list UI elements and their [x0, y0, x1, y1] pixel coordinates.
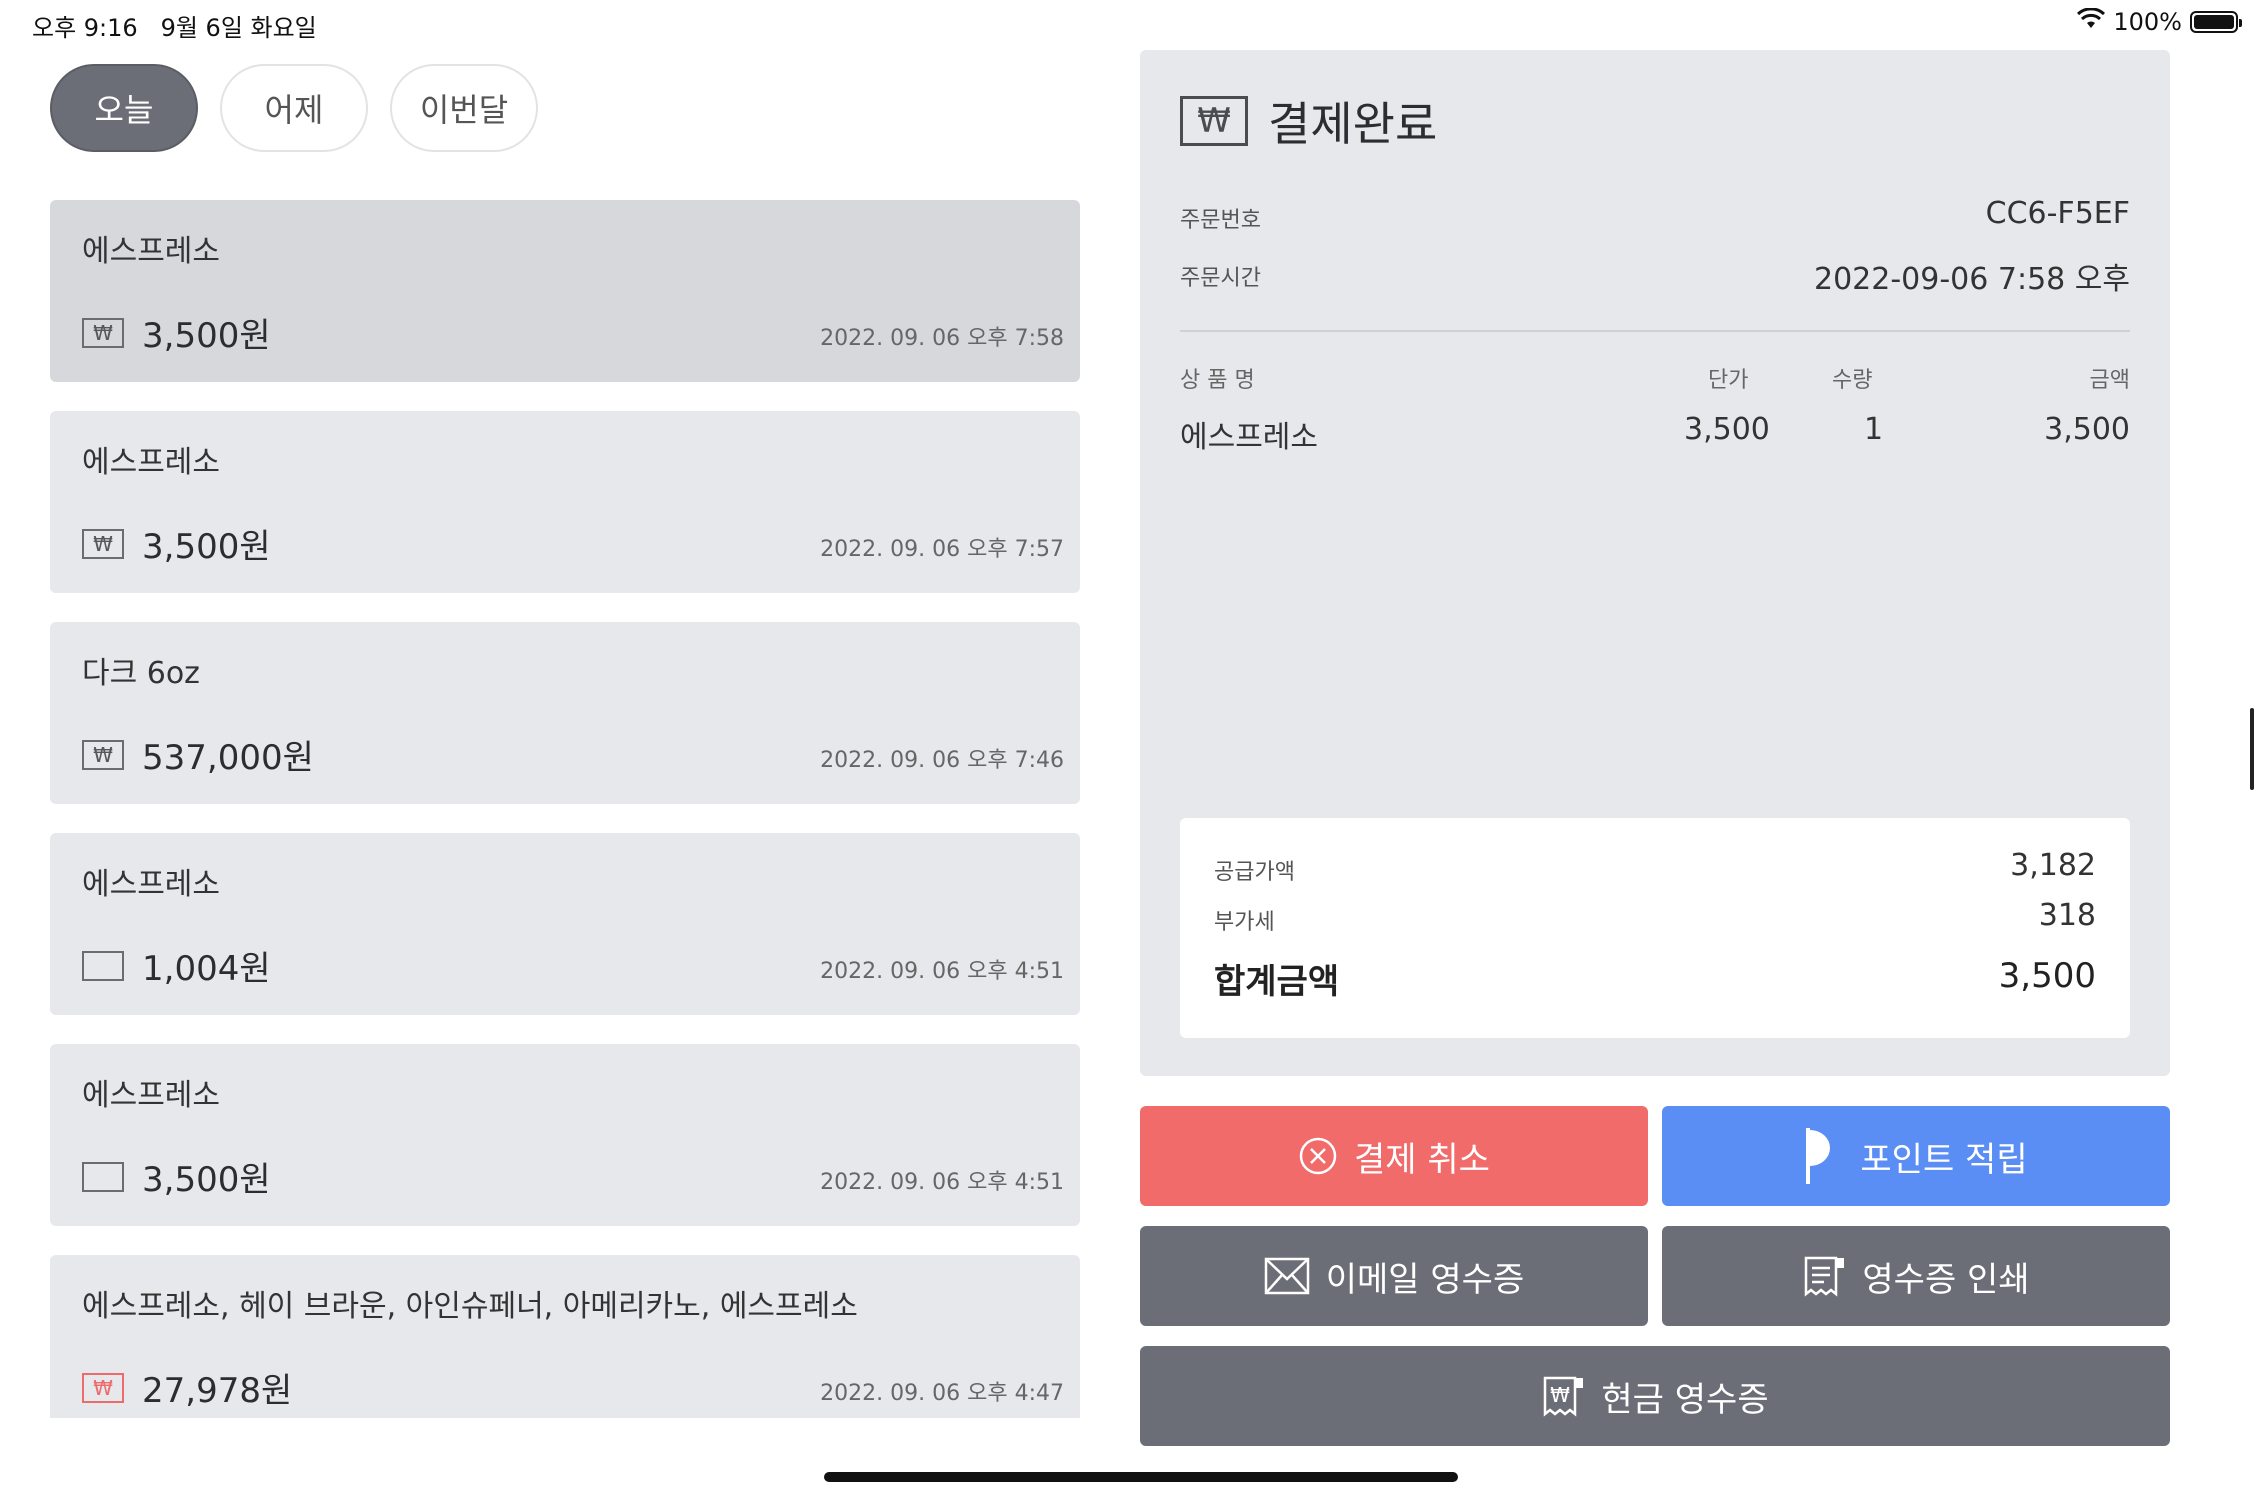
order-time: 2022. 09. 06 오후 7:57	[820, 537, 1064, 562]
cash-receipt-button[interactable]: ₩ 현금 영수증	[1140, 1346, 2170, 1446]
order-name: 에스프레소	[82, 445, 220, 480]
receipt-icon	[1802, 1254, 1846, 1298]
add-points-label: 포인트 적립	[1860, 1139, 2028, 1180]
status-time: 오후 9:16 9월 6일 화요일	[32, 14, 317, 42]
order-amount: 27,978원	[142, 1371, 293, 1411]
order-card[interactable]: 에스프레소 ₩ 3,500원 2022. 09. 06 오후 7:57	[50, 411, 1080, 593]
print-receipt-label: 영수증 인쇄	[1862, 1259, 2030, 1300]
item-quantity: 1	[1864, 412, 1884, 447]
column-amount: 금액	[2089, 368, 2130, 393]
order-time: 2022. 09. 06 오후 4:51	[820, 959, 1064, 984]
order-amount: 3,500원	[142, 316, 271, 356]
won-icon: ₩	[82, 318, 124, 348]
cash-receipt-icon: ₩	[1541, 1374, 1585, 1418]
order-amount: 3,500원	[142, 527, 271, 567]
tab-yesterday[interactable]: 어제	[220, 64, 368, 152]
supply-value: 3,182	[2010, 848, 2096, 883]
order-card[interactable]: 에스프레소 1,004원 2022. 09. 06 오후 4:51	[50, 833, 1080, 1015]
order-detail-panel: ₩ 결제완료 주문번호 CC6-F5EF 주문시간 2022-09-06 7:5…	[1140, 50, 2170, 1076]
won-icon: ₩	[82, 1373, 124, 1403]
divider	[1180, 330, 2130, 332]
email-receipt-button[interactable]: 이메일 영수증	[1140, 1226, 1648, 1326]
order-card[interactable]: 에스프레소 3,500원 2022. 09. 06 오후 4:51	[50, 1044, 1080, 1226]
date-filter-tabs: 오늘 어제 이번달	[50, 64, 538, 152]
scroll-indicator[interactable]	[2250, 708, 2254, 790]
cancel-payment-label: 결제 취소	[1354, 1139, 1490, 1180]
order-amount: 1,004원	[142, 949, 271, 989]
email-receipt-label: 이메일 영수증	[1325, 1259, 1525, 1300]
column-quantity: 수량	[1832, 368, 1873, 393]
status-bar: 오후 9:16 9월 6일 화요일 100%	[0, 0, 2266, 46]
card-payment-icon	[82, 951, 124, 981]
points-flag-icon	[1804, 1126, 1844, 1186]
won-icon: ₩	[82, 740, 124, 770]
total-label: 합계금액	[1214, 962, 1340, 1002]
order-amount: 537,000원	[142, 738, 314, 778]
svg-text:₩: ₩	[1551, 1383, 1571, 1407]
battery-percent: 100%	[2113, 8, 2182, 36]
won-icon: ₩	[1180, 96, 1248, 146]
payment-status-title: 결제완료	[1268, 97, 1438, 151]
order-amount: 3,500원	[142, 1160, 271, 1200]
order-time: 2022. 09. 06 오후 7:58	[820, 326, 1064, 351]
print-receipt-button[interactable]: 영수증 인쇄	[1662, 1226, 2170, 1326]
column-product-name: 상 품 명	[1180, 368, 1255, 393]
wifi-icon	[2077, 7, 2106, 36]
add-points-button[interactable]: 포인트 적립	[1662, 1106, 2170, 1206]
battery-icon	[2190, 11, 2242, 33]
cancel-payment-button[interactable]: 결제 취소	[1140, 1106, 1648, 1206]
order-name: 에스프레소	[82, 867, 220, 902]
home-indicator[interactable]	[824, 1472, 1458, 1482]
order-card[interactable]: 에스프레소 ₩ 3,500원 2022. 09. 06 오후 7:58	[50, 200, 1080, 382]
status-right: 100%	[2077, 7, 2242, 36]
cash-receipt-label: 현금 영수증	[1601, 1379, 1769, 1420]
supply-value-label: 공급가액	[1214, 860, 1295, 885]
item-unit-price: 3,500	[1684, 412, 1770, 447]
order-time: 2022-09-06 7:58 오후	[1814, 262, 2130, 297]
order-name: 에스프레소, 헤이 브라운, 아인슈페너, 아메리카노, 에스프레소	[82, 1289, 858, 1324]
column-unit-price: 단가	[1708, 368, 1749, 393]
order-number-label: 주문번호	[1180, 208, 1261, 233]
order-time: 2022. 09. 06 오후 7:46	[820, 748, 1064, 773]
order-time: 2022. 09. 06 오후 4:51	[820, 1170, 1064, 1195]
order-list[interactable]: 에스프레소 ₩ 3,500원 2022. 09. 06 오후 7:58 에스프레…	[50, 200, 1080, 1418]
order-time-label: 주문시간	[1180, 266, 1261, 291]
order-name: 에스프레소	[82, 1078, 220, 1113]
order-card[interactable]: 다크 6oz ₩ 537,000원 2022. 09. 06 오후 7:46	[50, 622, 1080, 804]
card-payment-icon	[82, 1162, 124, 1192]
item-name: 에스프레소	[1180, 420, 1318, 455]
tab-this-month[interactable]: 이번달	[390, 64, 538, 152]
order-name: 다크 6oz	[82, 656, 200, 691]
vat-value: 318	[2038, 898, 2096, 933]
won-icon: ₩	[82, 529, 124, 559]
total-value: 3,500	[1998, 956, 2096, 996]
item-amount: 3,500	[2044, 412, 2130, 447]
order-name: 에스프레소	[82, 234, 220, 269]
order-time: 2022. 09. 06 오후 4:47	[820, 1381, 1064, 1406]
envelope-icon	[1264, 1257, 1310, 1295]
payment-summary: 공급가액 3,182 부가세 318 합계금액 3,500	[1180, 818, 2130, 1038]
order-card[interactable]: 에스프레소, 헤이 브라운, 아인슈페너, 아메리카노, 에스프레소 ₩ 27,…	[50, 1255, 1080, 1418]
cancel-circle-icon	[1298, 1136, 1338, 1176]
vat-label: 부가세	[1214, 910, 1275, 935]
tab-today[interactable]: 오늘	[50, 64, 198, 152]
order-number: CC6-F5EF	[1985, 196, 2130, 231]
